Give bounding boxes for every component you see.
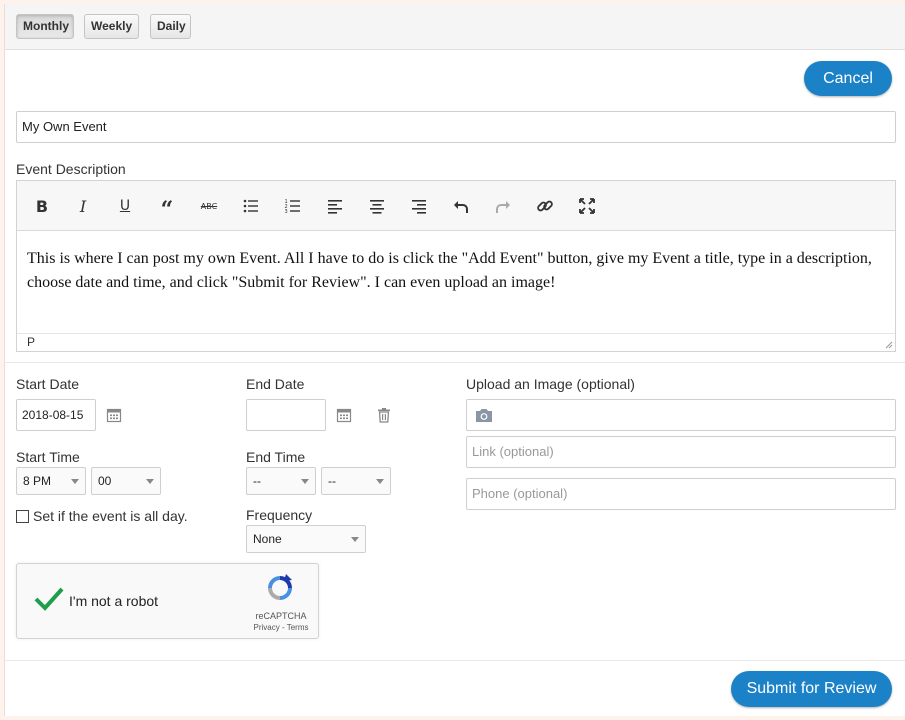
- numbered-list-icon[interactable]: 123: [280, 193, 306, 219]
- chevron-down-icon: [71, 479, 79, 484]
- chevron-down-icon: [376, 479, 384, 484]
- footer-divider: [5, 660, 905, 661]
- end-hour-value: --: [253, 474, 261, 488]
- resize-grip-icon[interactable]: [883, 339, 893, 349]
- captcha-brand: reCAPTCHA: [255, 611, 307, 621]
- daily-view-button[interactable]: Daily: [150, 14, 191, 39]
- frequency-select[interactable]: None: [246, 525, 366, 553]
- align-center-icon[interactable]: [364, 193, 390, 219]
- captcha-links[interactable]: Privacy - Terms: [249, 623, 313, 632]
- chevron-down-icon: [146, 479, 154, 484]
- bold-icon[interactable]: B: [29, 193, 55, 219]
- frequency-label: Frequency: [246, 507, 313, 523]
- italic-icon[interactable]: I: [70, 193, 96, 219]
- bullet-list-icon[interactable]: [238, 193, 264, 219]
- align-left-icon[interactable]: [322, 193, 348, 219]
- description-text[interactable]: This is where I can post my own Event. A…: [27, 247, 887, 295]
- all-day-label: Set if the event is all day.: [33, 508, 188, 524]
- frequency-value: None: [253, 532, 282, 546]
- editor-statusbar: P: [17, 333, 895, 351]
- event-title-input[interactable]: My Own Event: [16, 111, 896, 143]
- end-date-label: End Date: [246, 376, 305, 392]
- fullscreen-icon[interactable]: [574, 193, 600, 219]
- link-icon[interactable]: [532, 193, 558, 219]
- event-form-panel: Monthly Weekly Daily Cancel My Own Event…: [4, 4, 905, 716]
- view-switcher-bar: Monthly Weekly Daily: [5, 4, 905, 50]
- end-time-label: End Time: [246, 449, 306, 465]
- editor-toolbar: B I U “ ABC 123: [17, 181, 895, 231]
- start-minute-value: 00: [98, 474, 112, 488]
- recaptcha-widget: I'm not a robot reCAPTCHA Privacy - Term…: [16, 563, 319, 639]
- start-hour-select[interactable]: 8 PM: [16, 467, 86, 495]
- underline-icon[interactable]: U: [112, 193, 138, 219]
- link-input[interactable]: Link (optional): [466, 436, 896, 468]
- cancel-button[interactable]: Cancel: [804, 61, 892, 96]
- monthly-view-button[interactable]: Monthly: [16, 14, 74, 39]
- align-right-icon[interactable]: [406, 193, 432, 219]
- end-hour-select[interactable]: --: [246, 467, 316, 495]
- redo-icon[interactable]: [490, 193, 516, 219]
- description-editor: B I U “ ABC 123 This is where I can post…: [16, 180, 896, 352]
- chevron-down-icon: [301, 479, 309, 484]
- start-hour-value: 8 PM: [23, 474, 52, 488]
- trash-icon[interactable]: [376, 407, 392, 423]
- all-day-checkbox[interactable]: [16, 510, 29, 523]
- recaptcha-logo-icon: [268, 574, 292, 600]
- start-time-label: Start Time: [16, 449, 80, 465]
- section-divider: [5, 362, 905, 363]
- end-calendar-icon[interactable]: [336, 407, 352, 423]
- strikethrough-icon[interactable]: ABC: [196, 193, 222, 219]
- chevron-down-icon: [351, 537, 359, 542]
- end-minute-select[interactable]: --: [321, 467, 391, 495]
- start-calendar-icon[interactable]: [106, 407, 122, 423]
- weekly-view-button[interactable]: Weekly: [84, 14, 139, 39]
- checkmark-icon[interactable]: [33, 586, 65, 612]
- captcha-label: I'm not a robot: [69, 593, 159, 609]
- start-date-label: Start Date: [16, 376, 80, 392]
- event-description-label: Event Description: [16, 161, 126, 177]
- upload-image-label: Upload an Image (optional): [466, 376, 635, 392]
- start-date-input[interactable]: 2018-08-15: [16, 399, 96, 431]
- blockquote-icon[interactable]: “: [154, 193, 180, 223]
- upload-image-input[interactable]: [466, 399, 896, 431]
- undo-icon[interactable]: [448, 193, 474, 219]
- element-path: P: [27, 335, 36, 349]
- end-minute-value: --: [328, 474, 336, 488]
- camera-icon: [476, 409, 492, 422]
- end-date-input[interactable]: [246, 399, 326, 431]
- svg-text:3: 3: [285, 209, 288, 215]
- submit-for-review-button[interactable]: Submit for Review: [731, 671, 892, 707]
- phone-input[interactable]: Phone (optional): [466, 478, 896, 510]
- start-minute-select[interactable]: 00: [91, 467, 161, 495]
